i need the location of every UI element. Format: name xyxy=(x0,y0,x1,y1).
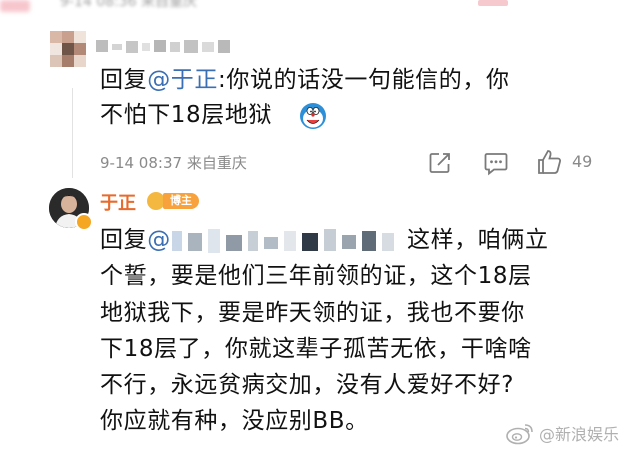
thread-connector-line xyxy=(72,88,73,178)
commenter-avatar[interactable] xyxy=(50,31,86,67)
redacted-handle-icon xyxy=(172,229,394,253)
comment-icon[interactable] xyxy=(482,149,510,177)
comment1-source: 来自重庆 xyxy=(186,154,247,172)
verified-badge-icon xyxy=(75,213,93,231)
blogger-name[interactable]: 于正 xyxy=(100,189,136,215)
reply-prefix: 回复 xyxy=(100,67,148,93)
comment2-line3: 地狱我下，要是昨天领的证，我也不要你 xyxy=(100,300,525,326)
comment1-line1: 回复@于正:你说的话没一句能信的，你 xyxy=(100,64,510,96)
previous-comment-meta: 9-14 08:36 来自重庆 xyxy=(60,0,198,10)
comment2-line1: 这样，咱俩立 xyxy=(407,227,549,253)
previous-comment-pink-mark xyxy=(478,0,508,6)
weibo-logo-icon xyxy=(506,424,533,445)
redacted-mention-handle xyxy=(160,227,405,257)
comment2-line2: 个誓，要是他们三年前领的证，这个18层 xyxy=(100,263,532,289)
commenter-name-redacted[interactable] xyxy=(96,38,236,56)
like-icon[interactable] xyxy=(535,147,565,177)
blogger-badge-label: 博主 xyxy=(163,193,199,209)
share-icon[interactable] xyxy=(426,149,454,177)
comment1-timestamp: 9-14 08:37 xyxy=(100,154,183,172)
comment1-meta: 9-14 08:37 来自重庆 xyxy=(100,152,247,173)
weibo-watermark: @新浪娱乐 xyxy=(505,421,619,445)
redacted-name-icon xyxy=(96,40,230,53)
watermark-text: @新浪娱乐 xyxy=(539,425,620,444)
pink-badge-blur xyxy=(0,0,30,12)
mention-link[interactable]: @于正 xyxy=(147,67,218,93)
comment2-line6: 你应就有种，没应别BB。 xyxy=(100,408,369,434)
reply-prefix: 回复 xyxy=(100,227,148,253)
doraemon-emoji-icon xyxy=(299,102,327,130)
comment1-line2: 不怕下18层地狱 xyxy=(100,102,273,128)
comment2-line4: 下18层了，你就这辈子孤苦无依，干啥啥 xyxy=(100,336,532,362)
comment1-text-line1: :你说的话没一句能信的，你 xyxy=(218,67,510,93)
like-count: 49 xyxy=(572,152,593,171)
pixelated-avatar-icon xyxy=(50,31,86,67)
previous-comment-strip: 9-14 08:36 来自重庆 xyxy=(0,0,620,10)
comment2-line5: 不行，永远贫病交加，没有人爱好不好? xyxy=(100,372,515,398)
